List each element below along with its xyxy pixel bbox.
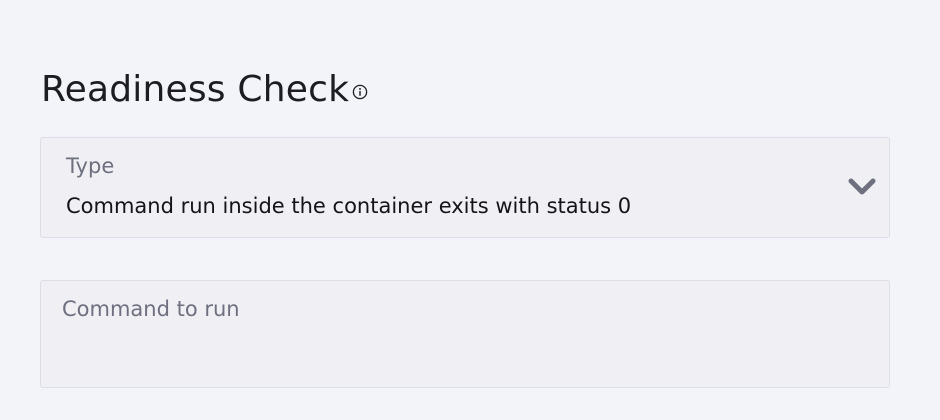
command-to-run-label: Command to run — [62, 297, 240, 321]
info-icon[interactable] — [352, 67, 368, 100]
command-to-run-field[interactable]: Command to run — [40, 280, 890, 388]
type-select[interactable]: Type Command run inside the container ex… — [40, 137, 890, 238]
type-select-label: Type — [66, 154, 115, 178]
type-select-value: Command run inside the container exits w… — [66, 194, 632, 218]
section-title: Readiness Check — [41, 68, 368, 111]
command-to-run-input[interactable] — [62, 331, 868, 377]
section-title-text: Readiness Check — [41, 69, 350, 110]
chevron-down-icon[interactable] — [847, 176, 877, 198]
